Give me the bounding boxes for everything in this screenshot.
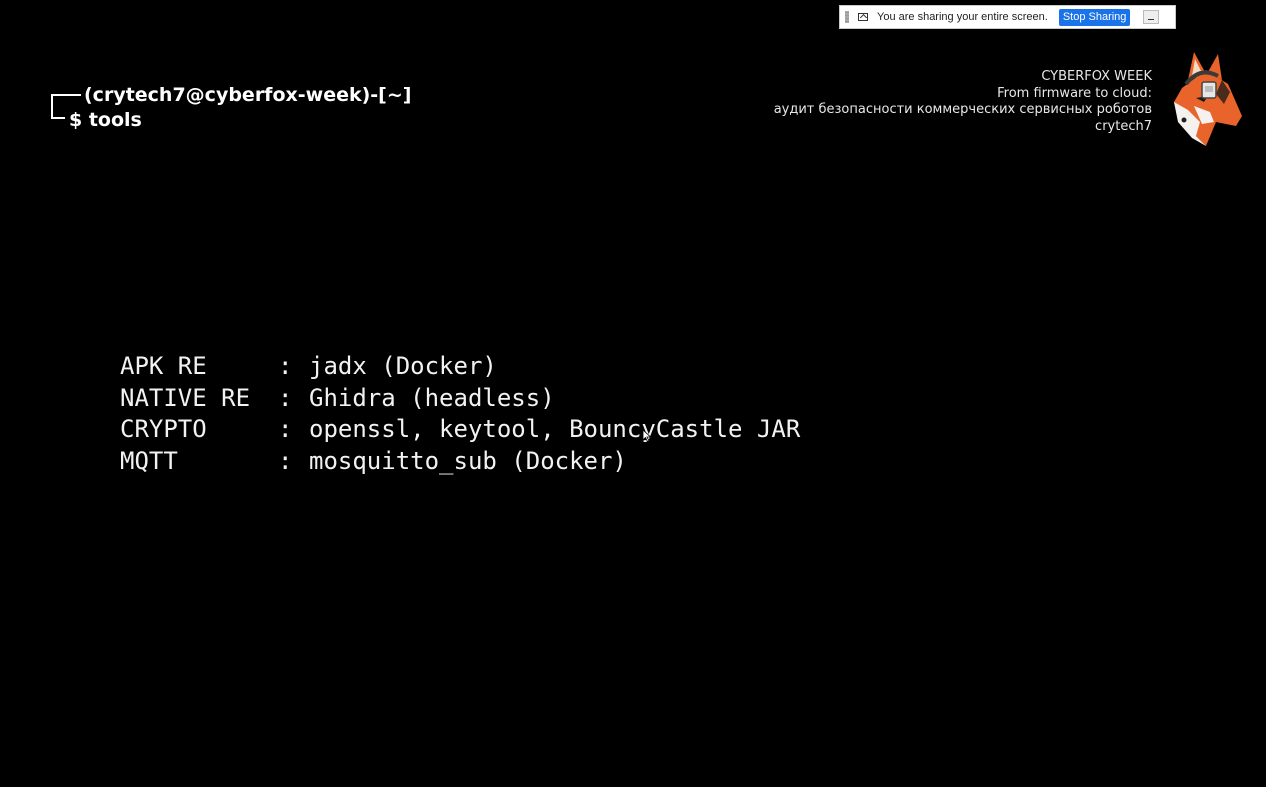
event-info: CYBERFOX WEEK From firmware to cloud: ау… [774, 69, 1152, 135]
event-author: crytech7 [1095, 118, 1152, 134]
drag-handle-icon[interactable] [845, 11, 849, 23]
tool-row: NATIVE RE: Ghidra (headless) [120, 383, 800, 415]
event-topic: аудит безопасности коммерческих сервисны… [773, 102, 1152, 117]
tool-value: mosquitto_sub (Docker) [309, 446, 627, 475]
presentation-screen: You are sharing your entire screen. Stop… [0, 0, 1266, 787]
tools-list: APK RE: jadx (Docker) NATIVE RE: Ghidra (he… [120, 351, 800, 477]
tool-value: openssl, keytool, BouncyCastle JAR [309, 415, 801, 444]
tool-category: NATIVE RE [120, 383, 251, 412]
prompt-command: $ tools [69, 109, 142, 131]
tool-separator: : [278, 446, 293, 475]
stop-sharing-button[interactable]: Stop Sharing [1058, 8, 1131, 26]
fox-logo-icon [1174, 52, 1242, 146]
tool-row: MQTT: mosquitto_sub (Docker) [120, 446, 800, 478]
tool-category: MQTT [120, 446, 178, 475]
prompt-user-host: (crytech7@cyberfox-week)-[~] [84, 84, 412, 106]
tool-category: APK RE [120, 352, 207, 380]
mouse-cursor-icon [643, 430, 651, 442]
tool-separator: : [278, 415, 293, 444]
screen-share-bar: You are sharing your entire screen. Stop… [839, 5, 1176, 29]
tool-separator: : [278, 383, 293, 412]
tool-value: Ghidra (headless) [309, 383, 555, 412]
terminal-prompt: (crytech7@cyberfox-week)-[~] $ tools [50, 83, 411, 133]
event-subtitle: From firmware to cloud: [997, 85, 1152, 101]
event-title: CYBERFOX WEEK [1041, 69, 1152, 84]
tool-row: APK RE: jadx (Docker) [120, 351, 800, 383]
tool-separator: : [278, 352, 293, 380]
share-status-text: You are sharing your entire screen. [877, 11, 1048, 23]
minimize-icon[interactable] [1143, 10, 1160, 24]
tool-value: jadx (Docker) [309, 352, 497, 380]
tool-row: CRYPTO: openssl, keytool, BouncyCastle JA… [120, 414, 800, 446]
share-screen-icon [858, 13, 868, 21]
tool-category: CRYPTO [120, 415, 207, 444]
